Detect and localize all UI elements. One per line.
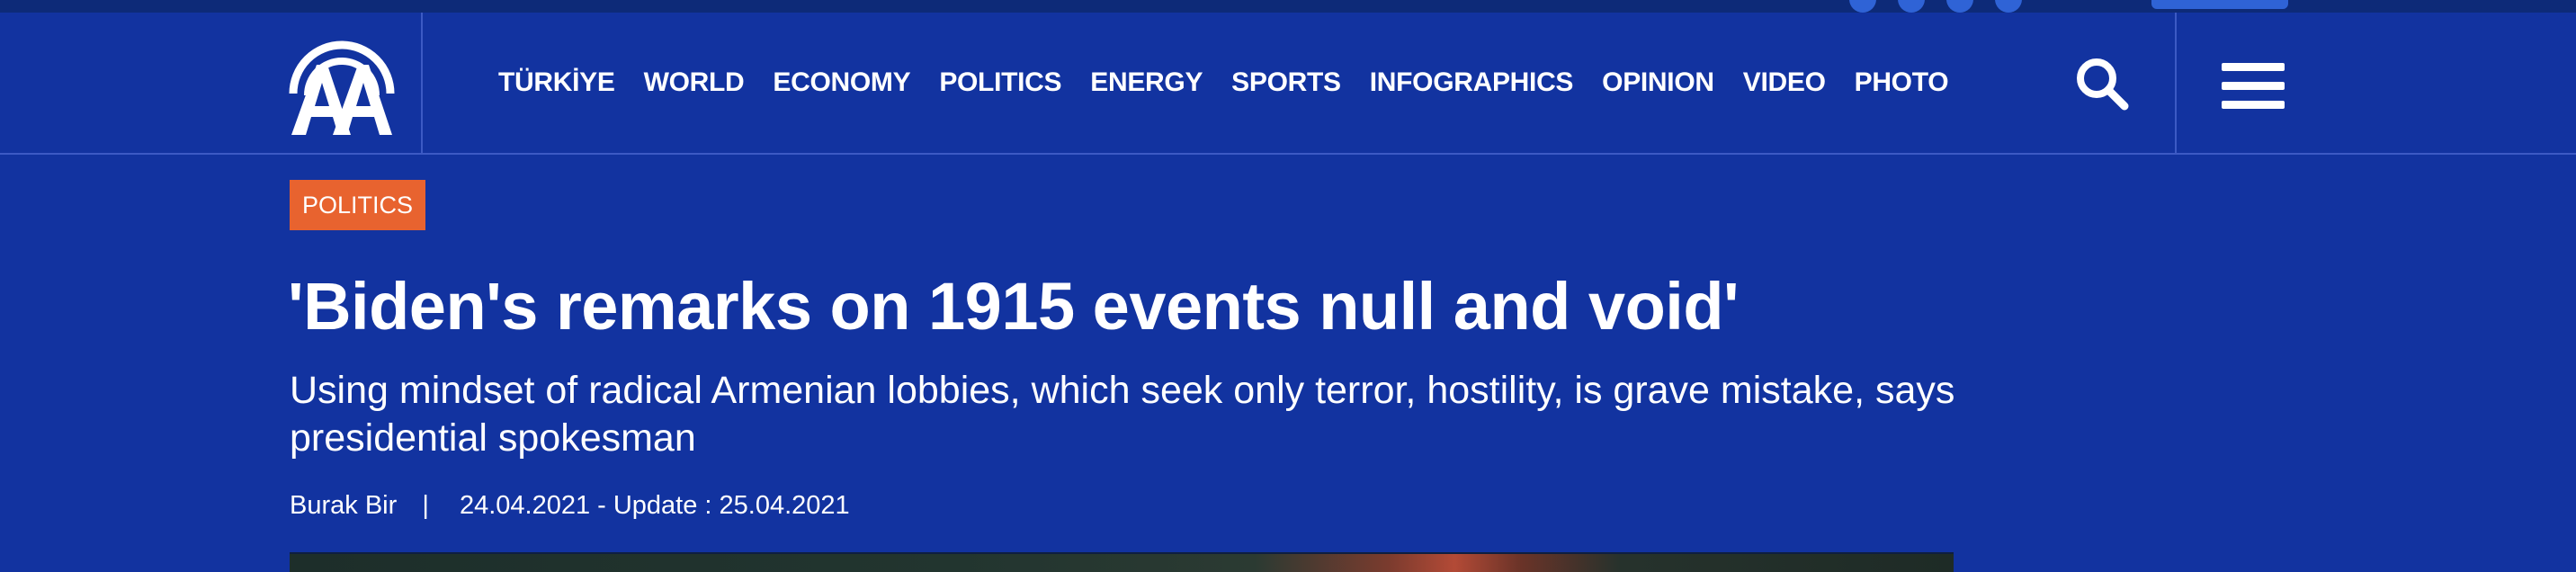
nav-item-sports[interactable]: SPORTS: [1231, 67, 1341, 98]
nav-item-infographics[interactable]: INFOGRAPHICS: [1370, 67, 1574, 98]
nav-item-turkiye[interactable]: TÜRKİYE: [498, 67, 615, 98]
top-strip-button[interactable]: [2151, 0, 2288, 9]
nav-item-video[interactable]: VIDEO: [1743, 67, 1826, 98]
nav-item-economy[interactable]: ECONOMY: [773, 67, 910, 98]
search-icon[interactable]: [2074, 56, 2130, 112]
nav-item-photo[interactable]: PHOTO: [1855, 67, 1949, 98]
top-social-icon[interactable]: [1849, 0, 1876, 13]
header-divider: [2175, 13, 2177, 153]
author-name[interactable]: Burak Bir: [290, 491, 397, 520]
top-strip: [0, 0, 2576, 13]
publish-dates: 24.04.2021 - Update : 25.04.2021: [459, 491, 850, 520]
top-social-icon[interactable]: [1898, 0, 1925, 13]
header-divider: [421, 13, 423, 153]
category-badge[interactable]: POLITICS: [290, 180, 426, 230]
main-navigation: TÜRKİYE WORLD ECONOMY POLITICS ENERGY SP…: [498, 13, 1977, 153]
anadolu-agency-logo[interactable]: [286, 31, 398, 139]
nav-item-opinion[interactable]: OPINION: [1602, 67, 1714, 98]
top-social-icon[interactable]: [1946, 0, 1973, 13]
site-header: TÜRKİYE WORLD ECONOMY POLITICS ENERGY SP…: [0, 13, 2576, 155]
article-title: 'Biden's remarks on 1915 events null and…: [288, 269, 1740, 344]
nav-item-world[interactable]: WORLD: [644, 67, 745, 98]
hamburger-menu-icon[interactable]: [2222, 61, 2285, 112]
nav-item-energy[interactable]: ENERGY: [1090, 67, 1203, 98]
meta-separator: |: [422, 491, 429, 520]
article-subtitle: Using mindset of radical Armenian lobbie…: [290, 369, 1955, 460]
top-social-icon[interactable]: [1995, 0, 2022, 13]
article-hero-image: [290, 552, 1954, 572]
nav-item-politics[interactable]: POLITICS: [939, 67, 1061, 98]
article-meta: Burak Bir | 24.04.2021 - Update : 25.04.…: [290, 489, 850, 522]
